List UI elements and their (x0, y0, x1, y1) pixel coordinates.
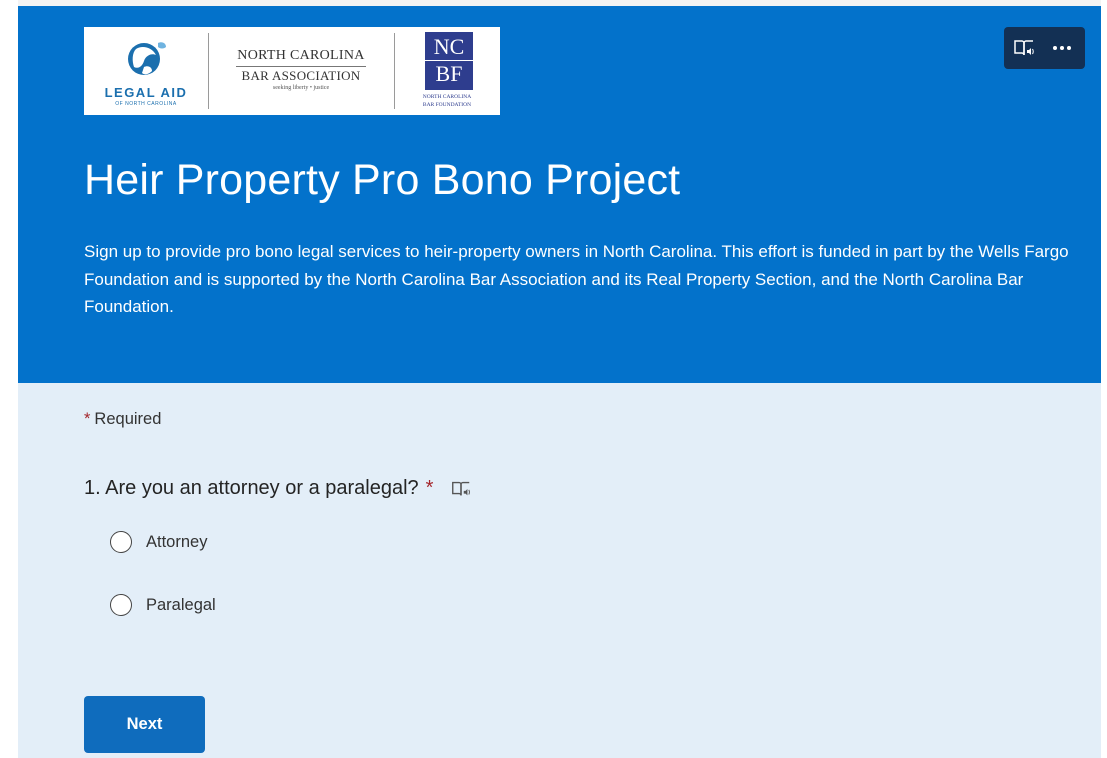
form-header-banner: LEGAL AID OF NORTH CAROLINA NORTH CAROLI… (18, 6, 1101, 383)
ncba-line1: NORTH CAROLINA (237, 48, 365, 63)
immersive-reader-icon (452, 481, 471, 495)
immersive-reader-button[interactable] (1012, 36, 1036, 60)
form-card: LEGAL AID OF NORTH CAROLINA NORTH CAROLI… (18, 6, 1101, 758)
required-label: Required (94, 410, 162, 428)
ncbf-caption-line2: BAR FOUNDATION (422, 102, 472, 108)
form-title: Heir Property Pro Bono Project (84, 156, 681, 204)
radio-button[interactable] (110, 531, 132, 553)
sponsor-logos: LEGAL AID OF NORTH CAROLINA NORTH CAROLI… (84, 27, 500, 115)
ncba-rule (236, 66, 366, 67)
option-paralegal[interactable]: Paralegal (110, 591, 216, 619)
more-options-icon (1053, 46, 1071, 50)
option-attorney[interactable]: Attorney (110, 528, 207, 556)
page-edge-left (0, 0, 18, 758)
radio-button[interactable] (110, 594, 132, 616)
question-1: 1. Are you an attorney or a paralegal? * (84, 477, 472, 500)
question-text: 1. Are you an attorney or a paralegal? (84, 477, 419, 499)
ncbf-logo: NC BF NORTH CAROLINA BAR FOUNDATION (394, 27, 500, 115)
question-immersive-reader-button[interactable] (450, 478, 472, 500)
form-description: Sign up to provide pro bono legal servic… (84, 242, 1069, 316)
ncbf-caption-line1: NORTH CAROLINA (422, 94, 472, 100)
ncba-logo: NORTH CAROLINA BAR ASSOCIATION seeking l… (208, 27, 394, 115)
ncba-line2: BAR ASSOCIATION (241, 68, 361, 83)
next-button[interactable]: Next (84, 696, 205, 753)
option-label: Paralegal (146, 595, 216, 614)
required-asterisk: * (84, 410, 91, 428)
header-toolbar (1004, 27, 1085, 69)
legal-aid-globe-icon (128, 42, 166, 75)
required-note: * Required (84, 410, 161, 429)
question-required-asterisk: * (425, 477, 434, 499)
page-edge-right (1101, 0, 1107, 758)
immersive-reader-icon (1014, 40, 1034, 56)
ncba-tagline: seeking liberty • justice (272, 85, 330, 91)
legal-aid-subtitle: OF NORTH CAROLINA (115, 101, 177, 107)
ncbf-mark-top: NC (433, 34, 465, 59)
legal-aid-title: LEGAL AID (104, 85, 188, 100)
ncbf-mark: NC BF (425, 32, 473, 90)
legal-aid-logo: LEGAL AID OF NORTH CAROLINA (84, 27, 208, 115)
more-options-button[interactable] (1048, 36, 1076, 60)
ncbf-mark-bottom: BF (425, 60, 473, 87)
option-label: Attorney (146, 532, 208, 551)
